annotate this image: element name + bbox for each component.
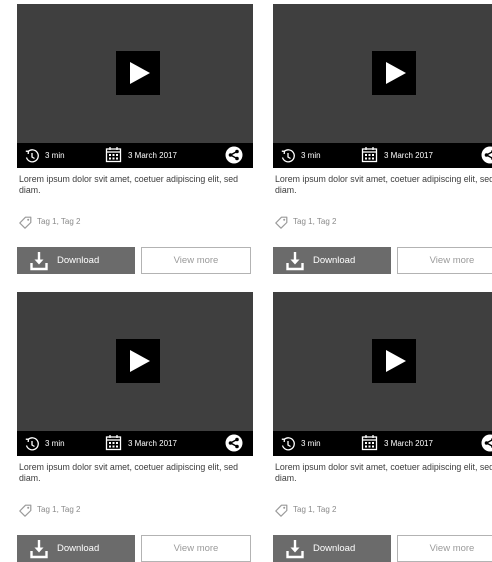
duration-text: 3 min xyxy=(301,439,321,449)
download-icon xyxy=(29,251,49,271)
duration-text: 3 min xyxy=(45,439,65,449)
video-description: Lorem ipsum dolor svit amet, coetuer adi… xyxy=(19,462,249,484)
date-text: 3 March 2017 xyxy=(128,151,177,161)
tag-text[interactable]: Tag 1, Tag 2 xyxy=(37,505,80,515)
tag-text[interactable]: Tag 1, Tag 2 xyxy=(37,217,80,227)
play-button[interactable] xyxy=(372,339,416,383)
video-thumbnail[interactable]: 3 min 3 March 2017 xyxy=(273,4,492,168)
share-icon xyxy=(481,434,492,452)
tag-text[interactable]: Tag 1, Tag 2 xyxy=(293,217,336,227)
play-button[interactable] xyxy=(372,51,416,95)
share-button[interactable] xyxy=(481,146,492,164)
view-more-button[interactable]: View more xyxy=(141,535,251,562)
video-description: Lorem ipsum dolor svit amet, coetuer adi… xyxy=(275,462,492,484)
clock-icon xyxy=(24,148,40,164)
tag-icon xyxy=(275,504,288,517)
download-label: Download xyxy=(57,543,99,554)
view-more-button[interactable]: View more xyxy=(397,247,492,274)
download-button[interactable]: Download xyxy=(273,247,391,274)
download-icon xyxy=(29,539,49,559)
calendar-icon xyxy=(361,434,378,451)
calendar-icon xyxy=(105,146,122,163)
date-text: 3 March 2017 xyxy=(128,439,177,449)
play-icon xyxy=(116,339,160,383)
tag-text[interactable]: Tag 1, Tag 2 xyxy=(293,505,336,515)
download-button[interactable]: Download xyxy=(17,247,135,274)
play-button[interactable] xyxy=(116,51,160,95)
calendar-icon xyxy=(361,146,378,163)
play-icon xyxy=(116,51,160,95)
view-more-label: View more xyxy=(142,543,250,554)
share-icon xyxy=(481,146,492,164)
download-button[interactable]: Download xyxy=(17,535,135,562)
date-text: 3 March 2017 xyxy=(384,151,433,161)
download-label: Download xyxy=(313,543,355,554)
date-text: 3 March 2017 xyxy=(384,439,433,449)
view-more-label: View more xyxy=(142,255,250,266)
video-description: Lorem ipsum dolor svit amet, coetuer adi… xyxy=(19,174,249,196)
play-icon xyxy=(372,51,416,95)
video-meta-bar: 3 min 3 March 2017 xyxy=(17,431,253,456)
share-button[interactable] xyxy=(481,434,492,452)
video-meta-bar: 3 min 3 March 2017 xyxy=(17,143,253,168)
video-description: Lorem ipsum dolor svit amet, coetuer adi… xyxy=(275,174,492,196)
download-icon xyxy=(285,539,305,559)
tag-icon xyxy=(19,504,32,517)
tag-icon xyxy=(19,216,32,229)
video-meta-bar: 3 min 3 March 2017 xyxy=(273,143,492,168)
share-icon xyxy=(225,146,243,164)
clock-icon xyxy=(280,436,296,452)
tag-icon xyxy=(275,216,288,229)
view-more-label: View more xyxy=(398,255,492,266)
view-more-button[interactable]: View more xyxy=(397,535,492,562)
view-more-label: View more xyxy=(398,543,492,554)
video-thumbnail[interactable]: 3 min 3 March 2017 xyxy=(17,292,253,456)
view-more-button[interactable]: View more xyxy=(141,247,251,274)
share-button[interactable] xyxy=(225,434,243,452)
duration-text: 3 min xyxy=(45,151,65,161)
play-icon xyxy=(372,339,416,383)
video-thumbnail[interactable]: 3 min 3 March 2017 xyxy=(273,292,492,456)
clock-icon xyxy=(24,436,40,452)
share-button[interactable] xyxy=(225,146,243,164)
download-icon xyxy=(285,251,305,271)
download-label: Download xyxy=(57,255,99,266)
video-meta-bar: 3 min 3 March 2017 xyxy=(273,431,492,456)
clock-icon xyxy=(280,148,296,164)
play-button[interactable] xyxy=(116,339,160,383)
duration-text: 3 min xyxy=(301,151,321,161)
download-button[interactable]: Download xyxy=(273,535,391,562)
calendar-icon xyxy=(105,434,122,451)
video-thumbnail[interactable]: 3 min 3 March 2017 xyxy=(17,4,253,168)
download-label: Download xyxy=(313,255,355,266)
share-icon xyxy=(225,434,243,452)
